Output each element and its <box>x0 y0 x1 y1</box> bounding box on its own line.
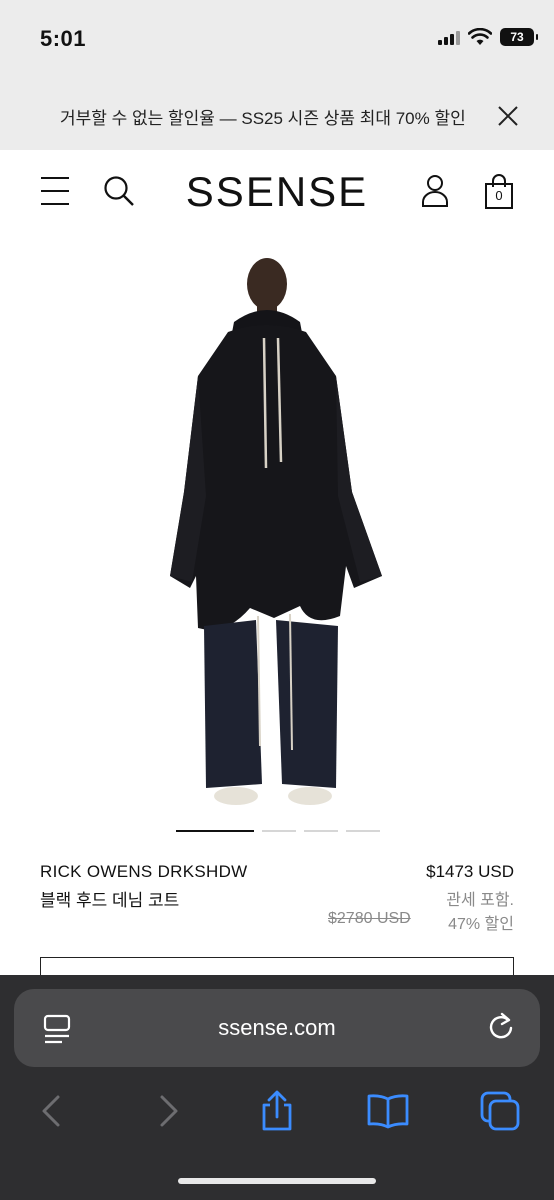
bag-count: 0 <box>495 188 503 203</box>
discount-label: 47% 할인 <box>448 916 514 933</box>
status-bar: 5:01 73 <box>0 0 554 84</box>
battery-icon: 73 <box>500 28 538 46</box>
close-icon[interactable] <box>494 102 522 130</box>
share-icon[interactable] <box>255 1089 299 1133</box>
carousel-dot[interactable] <box>346 830 380 832</box>
browser-toolbar: ssense.com <box>0 975 554 1200</box>
cellular-signal-icon <box>438 29 460 45</box>
battery-level: 73 <box>510 30 524 44</box>
status-icons: 73 <box>438 28 538 46</box>
home-indicator[interactable] <box>178 1178 376 1184</box>
account-icon[interactable] <box>421 174 449 208</box>
reload-icon[interactable] <box>486 1011 516 1043</box>
carousel-dot[interactable] <box>176 830 254 832</box>
carousel-dot[interactable] <box>304 830 338 832</box>
promo-text[interactable]: 거부할 수 없는 할인율 — SS25 시즌 상품 최대 70% 할인 <box>60 104 466 129</box>
original-price: $2780 USD <box>328 910 411 927</box>
image-carousel-indicator[interactable] <box>176 830 380 832</box>
tabs-icon[interactable] <box>478 1089 522 1133</box>
address-bar[interactable]: ssense.com <box>14 989 540 1067</box>
status-time: 5:01 <box>40 26 87 51</box>
product-name: 블랙 후드 데님 코트 <box>40 891 180 910</box>
promo-banner[interactable]: 거부할 수 없는 할인율 — SS25 시즌 상품 최대 70% 할인 <box>0 84 554 150</box>
product-image[interactable] <box>140 236 414 816</box>
tax-note: 관세 포함. <box>446 892 514 909</box>
carousel-dot[interactable] <box>262 830 296 832</box>
browser-nav-toolbar <box>0 1089 554 1139</box>
forward-icon[interactable] <box>146 1089 190 1133</box>
back-icon[interactable] <box>30 1089 74 1133</box>
wifi-icon <box>468 28 492 45</box>
url-text[interactable]: ssense.com <box>14 1015 540 1041</box>
bookmarks-icon[interactable] <box>366 1089 410 1133</box>
site-header: SSENSE 0 <box>0 150 554 236</box>
ssense-logo[interactable]: SSENSE <box>0 168 554 216</box>
product-brand[interactable]: RICK OWENS DRKSHDW <box>40 862 248 882</box>
product-price: $1473 USD <box>426 862 514 881</box>
